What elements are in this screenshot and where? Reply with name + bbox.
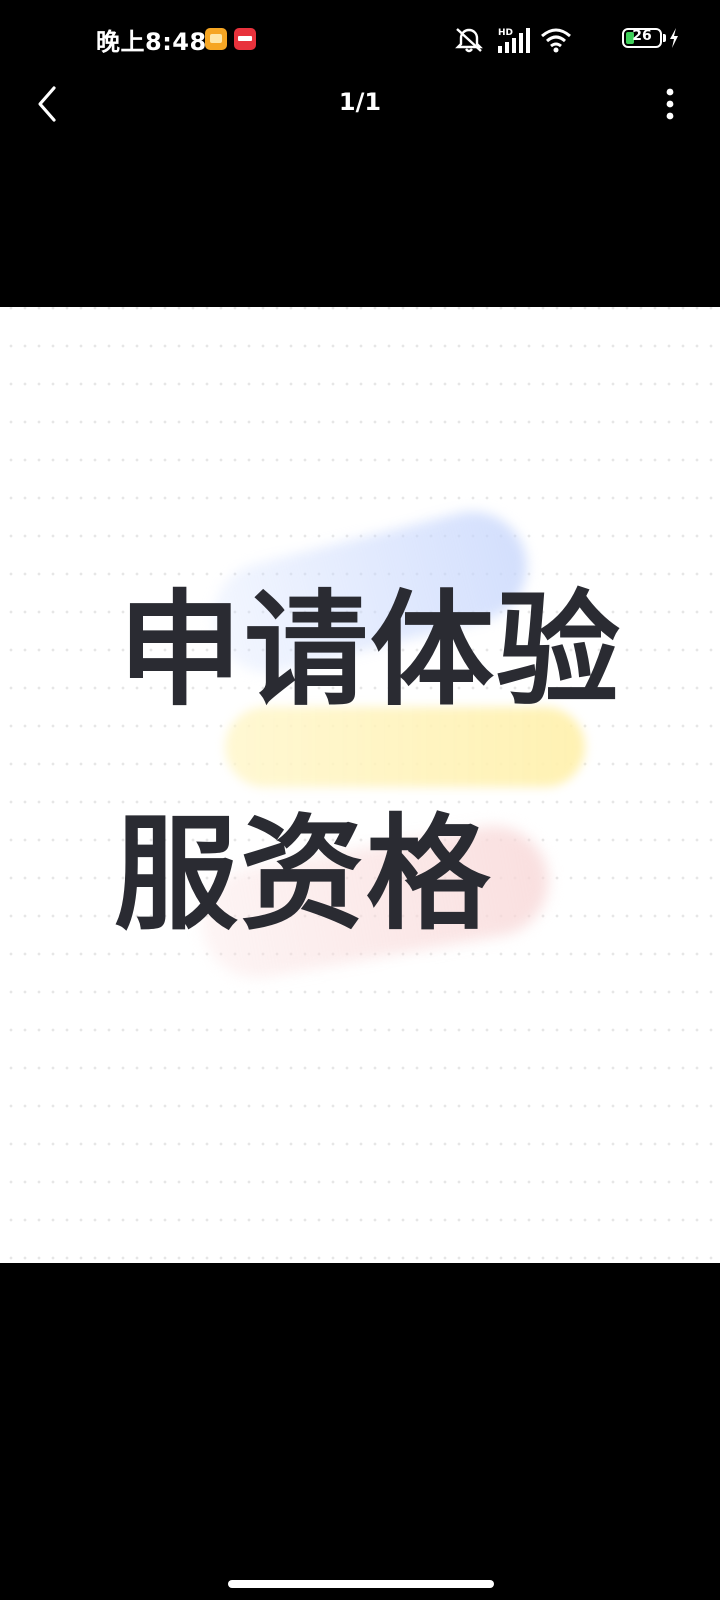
- battery-tip: [663, 34, 666, 42]
- home-indicator[interactable]: [228, 1580, 494, 1588]
- status-time: 晚上8:48: [96, 28, 207, 56]
- charging-bolt-icon: [670, 28, 678, 48]
- battery-level: 26: [632, 28, 652, 44]
- viewer-toolbar: 1/1: [0, 70, 720, 140]
- page-counter: 1/1: [338, 88, 382, 116]
- headline-line-2: 服资格: [114, 803, 493, 947]
- image-viewer-screen: 晚上8:48 HD 26 1/1 申请体验 服资格: [0, 0, 720, 1600]
- mute-icon: [455, 28, 483, 53]
- message-app-icon: [205, 28, 227, 50]
- signal-icon: HD: [498, 28, 530, 53]
- battery-icon: 26: [622, 28, 662, 48]
- more-vertical-icon[interactable]: [660, 84, 680, 124]
- news-app-icon: [234, 28, 256, 50]
- svg-text:HD: HD: [498, 28, 513, 38]
- status-bar: 晚上8:48 HD 26: [0, 0, 720, 80]
- wifi-icon: [541, 28, 571, 53]
- viewed-image[interactable]: 申请体验 服资格: [0, 307, 720, 1263]
- headline-line-1: 申请体验: [118, 579, 623, 723]
